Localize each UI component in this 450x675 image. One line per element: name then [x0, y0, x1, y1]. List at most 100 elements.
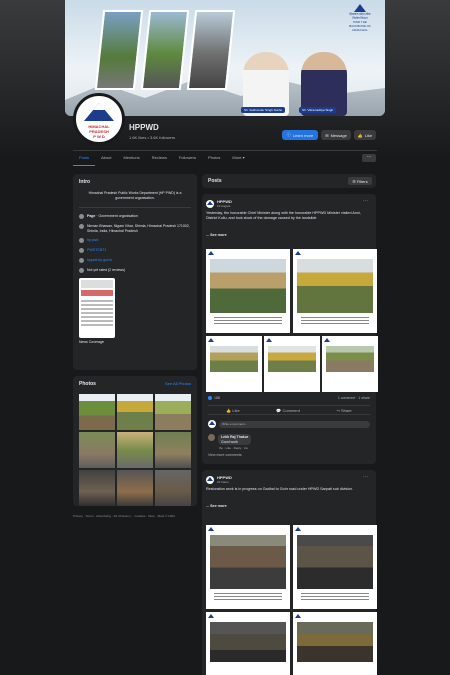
comment-share-count[interactable]: 1 comment · 1 share [338, 396, 370, 400]
intro-twitter[interactable]: PWDTCBT1 [79, 248, 191, 253]
post-author-avatar[interactable] [206, 475, 214, 484]
tab-about[interactable]: About [95, 152, 117, 166]
post-text: Yesterday, the honorable Chief Minister … [206, 211, 361, 220]
page-avatar[interactable]: HIMACHAL PRADESH P W D [73, 93, 125, 145]
photo-grid [79, 394, 191, 506]
post-actions: 👍 Like 💬 Comment ↪ Share [208, 405, 370, 415]
intro-description: Himachal Pradesh Public Works Department… [88, 191, 182, 200]
photo-thumbnail[interactable] [155, 470, 191, 506]
comment-text: Good work [221, 439, 238, 444]
view-more-comments-link[interactable]: View more comments [208, 453, 242, 457]
tab-mentions[interactable]: Mentions [117, 152, 145, 166]
tab-posts[interactable]: Posts [73, 152, 96, 166]
photos-card: Photos See All Photos [73, 376, 197, 506]
post: HPPWD 21 hours · ··· Restoration work is… [202, 470, 377, 675]
posts-title: Posts [208, 178, 222, 184]
instagram-icon [79, 238, 84, 243]
see-more-link[interactable]: ... See more [206, 233, 372, 237]
page-stats[interactable]: 1.6K likes • 3.6K followers [129, 135, 175, 140]
see-all-photos-link[interactable]: See All Photos [165, 381, 191, 386]
see-more-link[interactable]: ... See more [206, 504, 372, 508]
messenger-icon: ✉ [325, 132, 329, 138]
comment-input[interactable]: Write a comment... [219, 420, 370, 428]
posts-header: Posts ☰ Filters [202, 174, 376, 188]
post-image[interactable] [264, 336, 320, 392]
divider [73, 150, 377, 151]
cover-caption: Sh. Vikramaditya Singh [299, 107, 337, 113]
avatar-text: HIMACHAL PRADESH P W D [88, 124, 110, 139]
user-avatar [208, 420, 216, 428]
share-icon: ↪ [336, 407, 340, 413]
learn-more-button[interactable]: ⓘ Learn more [282, 130, 318, 140]
intro-rating: Not yet rated (2 reviews) [79, 268, 191, 273]
post-image[interactable] [206, 612, 290, 675]
tab-followers[interactable]: Followers [173, 152, 202, 166]
page-tabs: Posts About Mentions Reviews Followers P… [73, 152, 251, 166]
post-image[interactable] [206, 336, 262, 392]
info-icon: ⓘ [286, 132, 291, 137]
intro-instagram[interactable]: hp.pwd [79, 238, 191, 243]
commenter-avatar[interactable] [208, 434, 215, 441]
cover-logo: हिमाचल प्रदेश लोक निर्माण विभाग PWD THE … [347, 4, 373, 32]
photo-thumbnail[interactable] [79, 394, 115, 430]
filters-button[interactable]: ☰ Filters [348, 177, 372, 185]
like-button[interactable]: 👍 Like [226, 408, 239, 413]
more-options-button[interactable]: ··· [362, 154, 376, 162]
post-time[interactable]: 21 hours · [217, 480, 232, 484]
cover-road-photo [94, 10, 144, 90]
post-image[interactable] [206, 249, 290, 333]
intro-title: Intro [79, 179, 91, 185]
photo-thumbnail[interactable] [117, 470, 153, 506]
snow-cap-icon [93, 103, 105, 110]
post-options-icon[interactable]: ··· [363, 198, 368, 204]
thumbs-up-icon: 👍 [226, 407, 232, 413]
tab-reviews[interactable]: Reviews [146, 152, 173, 166]
post-author-avatar[interactable] [206, 199, 214, 208]
photo-thumbnail[interactable] [79, 470, 115, 506]
post: HPPWD 19 August · ··· Yesterday, the hon… [202, 194, 378, 464]
intro-page-type: Page · Government organisation [79, 214, 191, 219]
photo-thumbnail[interactable] [155, 394, 191, 430]
comment: Lekh Raj Thakur Good work [208, 434, 252, 445]
post-image[interactable] [322, 336, 378, 392]
post-image[interactable] [293, 612, 377, 675]
post-image[interactable] [293, 249, 377, 333]
news-coverage-thumbnail[interactable] [79, 278, 115, 338]
reaction-count[interactable]: 188 [208, 396, 220, 400]
photo-thumbnail[interactable] [79, 432, 115, 468]
tab-more[interactable]: More ▾ [226, 152, 250, 166]
cover-road-photo [140, 10, 190, 90]
post-header: HPPWD 21 hours · [206, 475, 372, 484]
post-header: HPPWD 19 August · [206, 199, 372, 208]
share-button[interactable]: ↪ Share [337, 408, 352, 413]
like-reaction-icon [208, 396, 212, 400]
link-icon [79, 258, 84, 263]
page-title: HPPWD [129, 123, 159, 132]
intro-address: Nirman Bhawan, Nigam Vihar, Shimla, Hima… [79, 224, 191, 233]
comment-button[interactable]: 💬 Comment [276, 408, 299, 413]
thumbs-up-icon: 👍 [357, 132, 363, 138]
twitter-icon [79, 248, 84, 253]
footer-links[interactable]: Privacy · Terms · Advertising · Ad Choic… [73, 514, 197, 519]
photo-thumbnail[interactable] [155, 432, 191, 468]
post-text: Restoration work is in progress on Gadha… [206, 487, 354, 491]
photo-thumbnail[interactable] [117, 394, 153, 430]
intro-card: Intro Himachal Pradesh Public Works Depa… [73, 174, 197, 370]
post-image[interactable] [206, 525, 290, 609]
comment-icon: 💬 [276, 407, 282, 413]
intro-website[interactable]: hppwd.hp.gov.in [79, 258, 191, 263]
like-page-button[interactable]: 👍 Like [354, 130, 376, 140]
post-time[interactable]: 19 August · [217, 204, 232, 208]
post-image[interactable] [293, 525, 377, 609]
post-stats: 188 1 comment · 1 share [208, 396, 370, 400]
star-icon [79, 268, 84, 273]
tab-photos[interactable]: Photos [202, 152, 226, 166]
comment-bubble: Lekh Raj Thakur Good work [218, 434, 252, 445]
post-options-icon[interactable]: ··· [363, 474, 368, 480]
cover-caption: Sh. Sukhvinder Singh Sukhu [241, 107, 286, 113]
news-coverage-label[interactable]: News Coverage [79, 340, 191, 344]
comment-meta[interactable]: 3w · Like · Reply · 1w [219, 446, 248, 450]
mountain-icon [354, 4, 366, 12]
photo-thumbnail[interactable] [117, 432, 153, 468]
message-button[interactable]: ✉ Message [321, 130, 351, 140]
